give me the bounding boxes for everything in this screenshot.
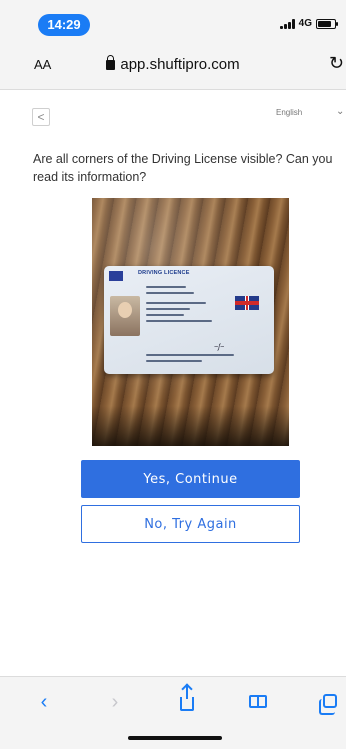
lock-icon xyxy=(106,55,116,70)
home-indicator[interactable] xyxy=(128,736,222,740)
bookmarks-button[interactable] xyxy=(246,691,270,714)
battery-fill xyxy=(318,20,331,27)
licence-text-line xyxy=(146,302,206,304)
tabs-icon xyxy=(319,694,337,715)
language-select[interactable]: English xyxy=(276,108,302,117)
licence-portrait xyxy=(110,296,140,336)
no-try-again-button[interactable]: No, Try Again xyxy=(81,505,300,543)
share-button[interactable] xyxy=(175,685,199,717)
licence-text-line xyxy=(146,308,190,310)
share-icon xyxy=(180,685,194,711)
licence-title: DRIVING LICENCE xyxy=(138,270,190,276)
url-field[interactable]: app.shuftipro.com xyxy=(0,55,346,73)
url-text: app.shuftipro.com xyxy=(120,56,240,73)
browser-toolbar: ‹ › xyxy=(0,676,346,749)
forward-chevron-icon[interactable]: › xyxy=(103,691,127,714)
document-photo: DRIVING LICENCE ~ʃ~ xyxy=(92,198,289,446)
signal-icon xyxy=(279,18,295,29)
eu-flag-icon xyxy=(109,271,123,281)
back-button[interactable]: < xyxy=(32,108,50,126)
address-bar[interactable]: AA app.shuftipro.com ↻ xyxy=(0,40,346,90)
driving-licence-card: DRIVING LICENCE ~ʃ~ xyxy=(104,266,274,374)
verification-question: Are all corners of the Driving License v… xyxy=(33,152,333,184)
licence-text-line xyxy=(146,286,186,288)
status-bar: 14:29 4G xyxy=(0,0,346,40)
licence-text-line xyxy=(146,360,202,362)
chevron-down-icon[interactable]: ⌄ xyxy=(336,106,344,117)
licence-text-line xyxy=(146,320,212,322)
yes-continue-button[interactable]: Yes, Continue xyxy=(81,460,300,498)
battery-icon xyxy=(316,18,338,29)
licence-signature: ~ʃ~ xyxy=(214,344,225,351)
back-chevron-icon[interactable]: ‹ xyxy=(32,691,56,714)
uk-flag-icon xyxy=(235,296,259,310)
status-indicators: 4G xyxy=(279,18,338,29)
licence-text-line xyxy=(146,314,184,316)
licence-text-line xyxy=(146,292,194,294)
book-icon xyxy=(249,695,267,708)
licence-text-line xyxy=(146,354,234,356)
network-label: 4G xyxy=(298,18,312,29)
reload-icon[interactable]: ↻ xyxy=(329,53,344,74)
status-time: 14:29 xyxy=(38,14,90,36)
tabs-button[interactable] xyxy=(318,691,342,715)
